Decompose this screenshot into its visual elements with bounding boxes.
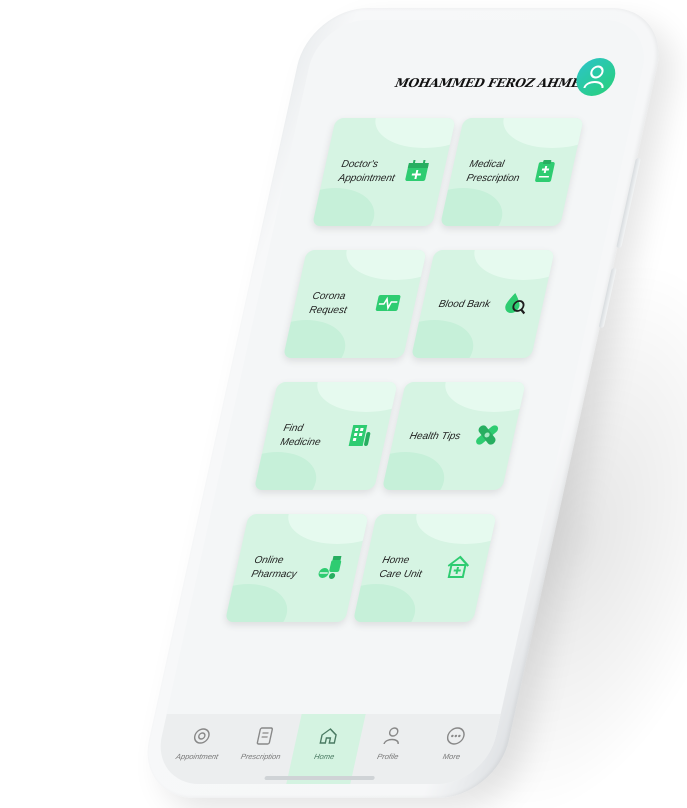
calendar-plus-icon	[405, 160, 429, 181]
nav-label: Home	[313, 752, 336, 761]
clipboard-plus-icon	[535, 160, 555, 182]
stage: MOHAMMED FEROZ AHMED Doctor's Appointment	[0, 0, 687, 808]
tile-online-pharmacy[interactable]: Online Pharmacy	[224, 514, 369, 622]
tile-home-care-unit[interactable]: Home Care Unit	[352, 514, 497, 622]
bandage-icon	[476, 425, 499, 445]
tile-label: Home Care Unit	[378, 555, 423, 580]
phone-mockup: MOHAMMED FEROZ AHMED Doctor's Appointment	[0, 0, 687, 808]
tile-blood-bank[interactable]: Blood Bank	[411, 250, 555, 358]
nav-label: Profile	[376, 752, 400, 761]
user-icon	[382, 727, 399, 745]
home-icon	[319, 728, 337, 744]
tile-label: Corona Request	[308, 291, 348, 316]
bottom-nav: Appointment Prescription Home Profile Mo…	[151, 714, 501, 784]
nav-label: More	[441, 752, 462, 761]
tile-health-tips[interactable]: Health Tips	[381, 382, 526, 490]
phone-frame: MOHAMMED FEROZ AHMED Doctor's Appointment	[136, 8, 670, 798]
home-medical-icon	[447, 555, 470, 578]
prescription-icon	[257, 727, 274, 745]
pharmacy-building-icon	[348, 425, 371, 446]
user-name: MOHAMMED FEROZ AHMED	[393, 76, 593, 90]
more-dots-icon	[447, 727, 465, 745]
nav-label: Prescription	[239, 752, 282, 761]
tile-label: Medical Prescription	[465, 159, 521, 184]
tile-corona-request[interactable]: Corona Request	[283, 250, 427, 358]
stethoscope-icon	[193, 728, 210, 744]
heartbeat-monitor-icon	[375, 295, 401, 311]
header: MOHAMMED FEROZ AHMED	[338, 58, 625, 118]
nav-label: Appointment	[175, 752, 220, 761]
tile-label: Blood Bank	[437, 299, 492, 310]
tile-label: Online Pharmacy	[250, 555, 298, 580]
tile-doctors-appointment[interactable]: Doctor's Appointment	[312, 118, 456, 226]
user-icon	[583, 65, 604, 89]
side-button	[598, 268, 617, 328]
tile-label: Health Tips	[408, 431, 462, 442]
tile-label: Find Medicine	[279, 423, 322, 448]
tile-label: Doctor's Appointment	[337, 159, 396, 184]
home-indicator	[264, 776, 376, 780]
tile-find-medicine[interactable]: Find Medicine	[253, 382, 398, 490]
tile-medical-prescription[interactable]: Medical Prescription	[440, 118, 584, 226]
blood-drop-search-icon	[505, 293, 526, 315]
avatar[interactable]	[572, 58, 619, 96]
pills-bottle-icon	[318, 556, 342, 579]
app-screen: MOHAMMED FEROZ AHMED Doctor's Appointment	[151, 20, 654, 784]
